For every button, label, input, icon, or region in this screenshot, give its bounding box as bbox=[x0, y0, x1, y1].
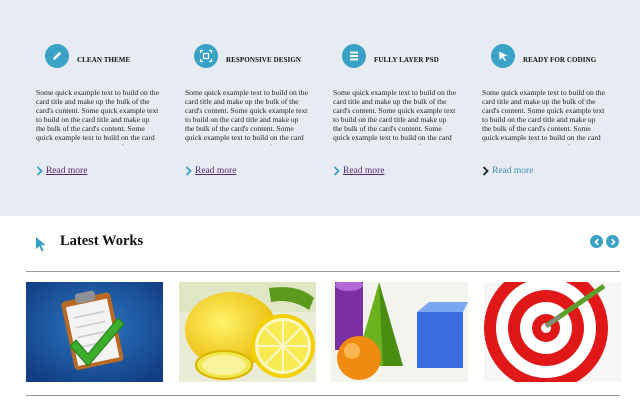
read-more-link[interactable]: Read more bbox=[482, 166, 533, 176]
work-thumbnail-clipboard[interactable] bbox=[26, 282, 163, 382]
chevron-right-icon bbox=[185, 166, 192, 176]
next-button[interactable] bbox=[606, 235, 619, 248]
divider bbox=[26, 395, 620, 396]
feature-text: Some quick example text to build on the … bbox=[333, 88, 456, 145]
feature-card-ready-for-coding: Ready for Coding Some quick example text… bbox=[482, 0, 622, 216]
divider bbox=[26, 271, 620, 272]
chevron-right-icon bbox=[482, 166, 489, 176]
layers-icon bbox=[342, 44, 366, 68]
feature-card-responsive-design: Responsive Design Some quick example tex… bbox=[185, 0, 325, 216]
feature-title: Fully Layer PSD bbox=[374, 56, 439, 64]
read-more-link[interactable]: Read more bbox=[36, 166, 87, 176]
chevron-right-icon bbox=[36, 166, 43, 176]
feature-card-clean-theme: Clean Theme Some quick example text to b… bbox=[36, 0, 176, 216]
feature-title: Clean Theme bbox=[77, 56, 131, 64]
section-title: Latest Works bbox=[60, 233, 144, 249]
work-thumbnail-lemons[interactable] bbox=[179, 282, 316, 382]
feature-text: Some quick example text to build on the … bbox=[482, 88, 605, 145]
feature-title: Ready for Coding bbox=[523, 56, 597, 64]
work-thumbnail-target[interactable] bbox=[484, 282, 621, 382]
prev-button[interactable] bbox=[590, 235, 603, 248]
resize-icon bbox=[194, 44, 218, 68]
chevron-left-icon bbox=[593, 238, 599, 245]
chevron-right-icon bbox=[333, 166, 340, 176]
work-thumbnail-3d-shapes[interactable] bbox=[331, 282, 468, 382]
read-more-link[interactable]: Read more bbox=[185, 166, 236, 176]
chevron-right-icon bbox=[610, 238, 616, 245]
read-more-link[interactable]: Read more bbox=[333, 166, 384, 176]
feature-text: Some quick example text to build on the … bbox=[185, 88, 308, 145]
features-section: Clean Theme Some quick example text to b… bbox=[0, 0, 640, 216]
cursor-icon bbox=[491, 44, 515, 68]
feature-text: Some quick example text to build on the … bbox=[36, 88, 159, 145]
cursor-icon bbox=[36, 237, 46, 252]
feature-title: Responsive Design bbox=[226, 56, 302, 64]
feature-card-fully-layer-psd: Fully Layer PSD Some quick example text … bbox=[333, 0, 473, 216]
pencil-icon bbox=[45, 44, 69, 68]
